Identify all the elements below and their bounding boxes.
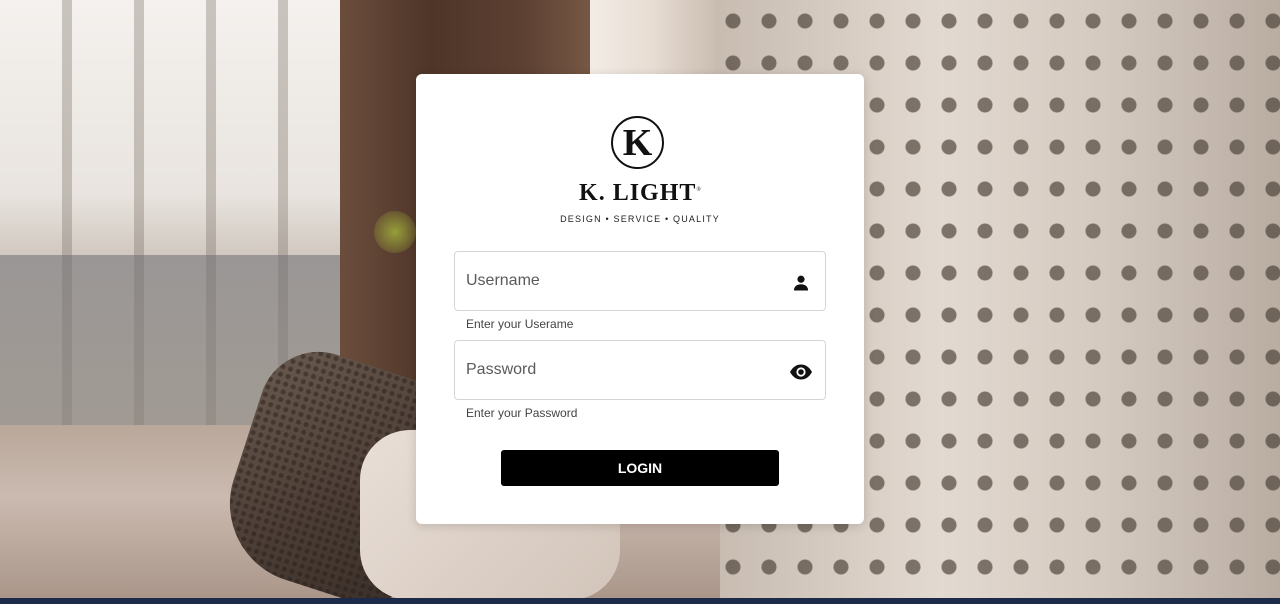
brand-name: K. LIGHT® [416,180,864,207]
background-bottom-strip [0,598,1280,604]
brand-logo: K K. LIGHT® DESIGN • SERVICE • QUALITY [416,114,864,229]
background-lens-flare [374,211,416,253]
username-hint: Enter your Userame [466,317,574,331]
login-card: K K. LIGHT® DESIGN • SERVICE • QUALITY E… [416,74,864,524]
registered-mark: ® [696,187,701,193]
username-input[interactable] [466,252,776,310]
logo-emblem: K [611,116,664,169]
logo-letter: K [622,121,653,164]
login-button[interactable]: LOGIN [501,450,779,486]
password-field[interactable] [454,340,826,400]
person-icon [789,272,813,294]
brand-tagline: DESIGN • SERVICE • QUALITY [560,214,720,224]
eye-icon[interactable] [789,361,813,383]
username-field[interactable] [454,251,826,311]
brand-name-text: K. LIGHT [579,180,697,206]
password-hint: Enter your Password [466,406,578,420]
password-input[interactable] [466,341,776,399]
